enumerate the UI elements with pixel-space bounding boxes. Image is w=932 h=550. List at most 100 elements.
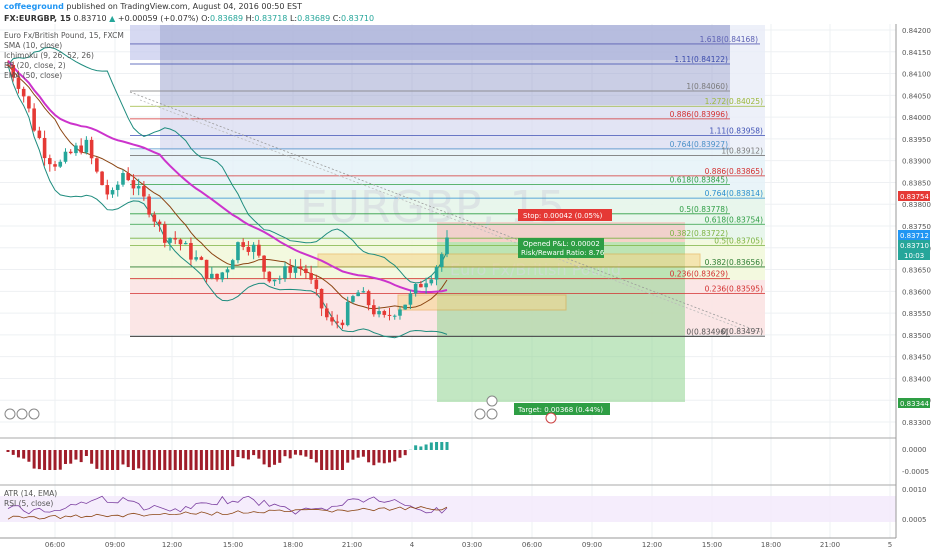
macd-bar <box>429 442 433 450</box>
time-tick-label: 15:00 <box>223 541 243 549</box>
macd-bar <box>351 450 355 460</box>
fib-level-label: 0.5(0.83778) <box>679 205 728 214</box>
fib-zone-3 <box>160 105 730 150</box>
macd-bar <box>215 450 219 470</box>
time-axis[interactable]: 06:00 09:00 12:00 15:00 18:00 21:00 4 03:00 06:0… <box>45 541 892 549</box>
macd-bar <box>403 450 407 456</box>
macd-bar <box>168 450 172 470</box>
indicator-bb[interactable]: BB (20, close, 2) <box>4 61 66 70</box>
macd-bar <box>372 450 376 466</box>
fib-level-label: 0.236(0.83629) <box>670 270 728 279</box>
oscillator-tick-label: 0.0010 <box>902 486 927 494</box>
candle-body <box>220 272 225 280</box>
macd-bar <box>388 450 392 463</box>
candle-body <box>37 130 42 138</box>
candle-body <box>168 237 172 243</box>
price-tick-label: 0.83600 <box>902 288 931 296</box>
candle-body <box>152 214 157 222</box>
candle-body <box>283 266 287 279</box>
macd-bar <box>382 450 386 464</box>
last-price-badge-text: 0.83712 <box>900 232 929 240</box>
pnl-label[interactable]: Opened P&L: 0.00002 Risk/Reward Ratio: 8… <box>518 238 605 258</box>
macd-bar <box>58 450 62 470</box>
indicator-ema[interactable]: EMA (50, close) <box>4 71 62 80</box>
candle-body <box>27 96 31 109</box>
candle-body <box>361 291 366 293</box>
macd-bar <box>267 450 271 468</box>
macd-bar <box>116 450 120 470</box>
candle-body <box>345 301 350 326</box>
candle-body <box>126 173 131 181</box>
fib-level-label: 0.886(0.83996) <box>670 110 728 119</box>
countdown-badge-text: 10:03 <box>904 252 924 260</box>
candle-body <box>439 254 444 267</box>
macd-bar <box>361 450 365 457</box>
macd-bar <box>199 450 203 470</box>
flag-icon[interactable] <box>16 408 28 420</box>
price-tick-label: 0.84050 <box>902 92 931 100</box>
candle-body <box>136 186 141 189</box>
candle-body <box>121 173 125 185</box>
fib-level-label: 1.11(0.84122) <box>674 55 728 64</box>
indicator-ichimoku[interactable]: Ichimoku (9, 26, 52, 26) <box>4 51 94 60</box>
candle-body <box>445 237 449 255</box>
flag-icon[interactable] <box>4 408 16 420</box>
macd-bar <box>6 450 10 452</box>
macd-bar <box>48 450 52 470</box>
macd-bar <box>53 450 57 470</box>
candle-body <box>63 151 68 162</box>
stop-label-text: Stop: 0.00042 (0.05%) <box>523 212 603 220</box>
resistance-zone[interactable] <box>317 253 701 268</box>
fib-level-label: 0.618(0.83845) <box>670 176 728 185</box>
macd-bar <box>393 450 397 462</box>
flag-icon[interactable] <box>486 408 498 420</box>
fib-level-label: 0.5(0.83705) <box>714 237 763 246</box>
chart-canvas[interactable]: EURGBP, 15 Euro Fx/British Pound 1.618(0… <box>0 0 932 550</box>
candle-body <box>366 291 371 306</box>
macd-bar <box>299 450 303 456</box>
flag-icon[interactable] <box>28 408 40 420</box>
candle-body <box>42 137 47 159</box>
indicator-sma[interactable]: SMA (10, close) <box>4 41 62 50</box>
macd-bar <box>111 450 115 470</box>
time-tick-label: 21:00 <box>820 541 840 549</box>
time-tick-label: 12:00 <box>162 541 182 549</box>
macd-bar <box>11 450 15 455</box>
macd-bar <box>325 450 329 470</box>
target-label[interactable]: Target: 0.00368 (0.44%) <box>514 403 610 415</box>
candle-body <box>429 279 434 284</box>
candle-body <box>387 314 392 316</box>
fib-level-label: 0.886(0.83865) <box>705 167 763 176</box>
price-tick-label: 0.83300 <box>902 419 931 427</box>
macd-bar <box>241 450 245 459</box>
macd-bar <box>27 450 31 462</box>
candle-body <box>68 151 73 154</box>
macd-bar <box>84 450 88 457</box>
macd-bar <box>100 450 104 470</box>
candle-body <box>225 269 230 273</box>
indicator-rsi[interactable]: RSI (5, close) <box>4 499 53 508</box>
flag-icon[interactable] <box>486 395 498 407</box>
macd-bar <box>178 450 182 470</box>
candle-body <box>79 145 83 153</box>
flag-icon[interactable] <box>545 412 557 424</box>
candle-body <box>267 271 272 282</box>
fib-level-label: 0.618(0.83754) <box>705 215 763 224</box>
macd-bar <box>126 450 130 468</box>
price-tick-label: 0.83500 <box>902 332 931 340</box>
candle-body <box>100 171 104 186</box>
indicator-atr[interactable]: ATR (14, EMA) <box>4 489 57 498</box>
candle-body <box>330 317 334 322</box>
macd-bar <box>63 450 67 464</box>
stop-label[interactable]: Stop: 0.00042 (0.05%) <box>518 209 612 221</box>
candle-body <box>105 185 110 195</box>
macd-bar <box>377 450 381 463</box>
candle-body <box>272 279 277 282</box>
macd-bar <box>346 450 350 463</box>
candle-body <box>178 239 183 245</box>
support-zone[interactable] <box>397 294 567 311</box>
flag-icon[interactable] <box>474 408 486 420</box>
candle-body <box>288 266 293 273</box>
candle-body <box>319 288 324 309</box>
macd-bar <box>419 446 423 450</box>
